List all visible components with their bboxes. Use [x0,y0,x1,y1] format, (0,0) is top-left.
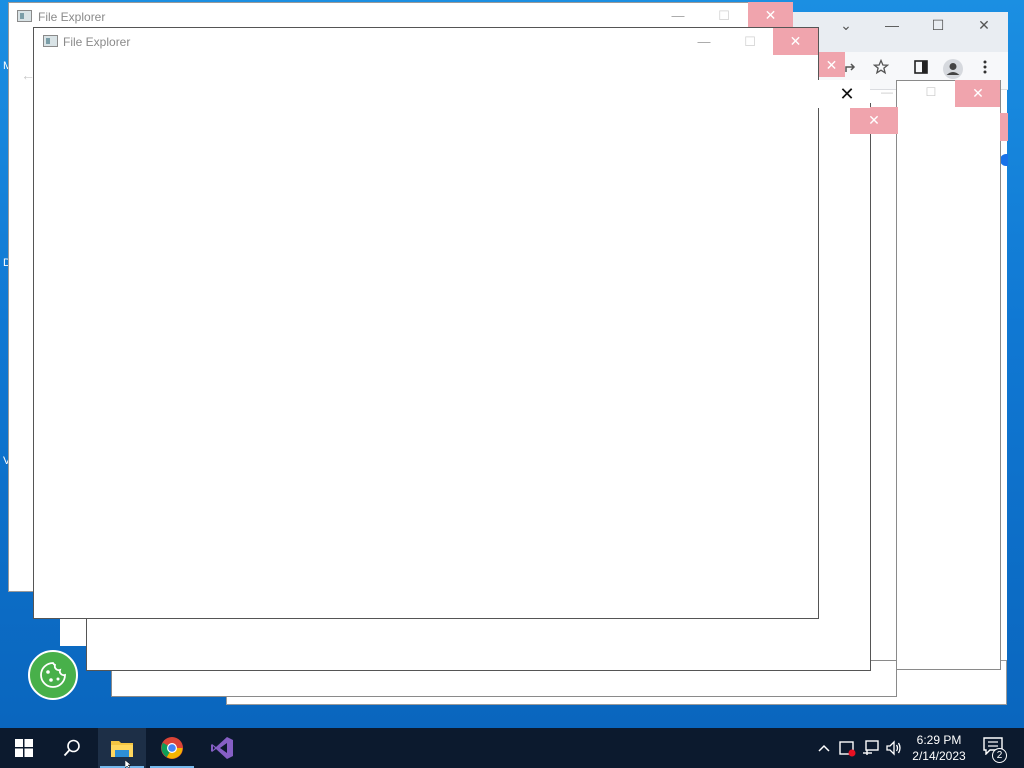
minimize-button[interactable]: — [655,2,701,30]
folder-icon [111,741,133,757]
maximize-button[interactable]: ☐ [727,28,773,56]
show-hidden-icons-chevron-icon[interactable] [814,738,834,758]
clock-date: 2/14/2023 [912,749,966,763]
chrome-maximize-button[interactable]: ☐ [926,13,950,37]
profile-avatar-icon[interactable] [941,58,965,82]
bookmark-star-icon[interactable] [869,58,893,82]
visual-studio-icon [211,737,233,759]
cookie-icon [40,662,66,688]
windows-logo-icon [15,739,33,757]
side-panel-icon[interactable] [909,58,933,82]
ghost-close-strip [1000,113,1008,141]
notification-count-badge: 2 [992,748,1007,763]
ghost-maximize-icon: ☐ [925,85,937,99]
file-explorer-icon [17,10,32,22]
maximize-button[interactable]: ☐ [701,2,747,30]
file-explorer-icon [43,35,58,47]
network-icon[interactable] [861,738,881,758]
clock-time: 6:29 PM [916,733,962,747]
chrome-minimize-button[interactable]: — [880,13,904,37]
start-button[interactable] [0,728,48,768]
close-button[interactable]: ✕ [748,2,793,29]
window-title: File Explorer [38,10,106,24]
defender-status-icon[interactable] [837,738,857,758]
taskbar-visual-studio[interactable] [198,728,246,768]
close-button[interactable]: ✕ [773,28,818,55]
taskbar-clock[interactable]: 6:29 PM 2/14/2023 [905,732,973,764]
file-explorer-window-front[interactable]: File Explorer — ☐ ✕ [33,27,819,619]
mouse-cursor-icon [125,760,132,768]
taskbar-chrome[interactable] [148,728,196,768]
taskbar-file-explorer[interactable] [98,728,146,768]
minimize-button[interactable]: — [681,28,727,56]
search-icon [63,739,80,757]
title-bar[interactable]: File Explorer — ☐ ✕ [34,28,818,56]
ghost-close-icon: ✕ [818,52,845,77]
volume-icon[interactable] [884,738,904,758]
chrome-close-button[interactable]: ✕ [972,13,996,37]
ghost-close-icon: ✕ [850,107,898,134]
search-button[interactable] [48,728,96,768]
ghost-close-icon: ✕ [956,80,1000,106]
chrome-menu-icon[interactable] [973,58,997,82]
ghost-window: — ☐ ✕ [881,80,1001,670]
chrome-title-bar[interactable]: ⌄ — ☐ ✕ [791,12,1008,52]
taskbar: 6:29 PM 2/14/2023 2 [0,728,1024,768]
window-title: File Explorer [63,35,131,49]
chrome-icon [161,737,183,759]
dialog-close-button[interactable]: ✕ [836,83,858,105]
ghost-minimize-icon: — [881,85,893,99]
cookie-settings-button[interactable] [28,650,78,700]
tab-search-chevron-icon[interactable]: ⌄ [834,13,858,37]
chrome-page-indicator [1000,154,1008,166]
